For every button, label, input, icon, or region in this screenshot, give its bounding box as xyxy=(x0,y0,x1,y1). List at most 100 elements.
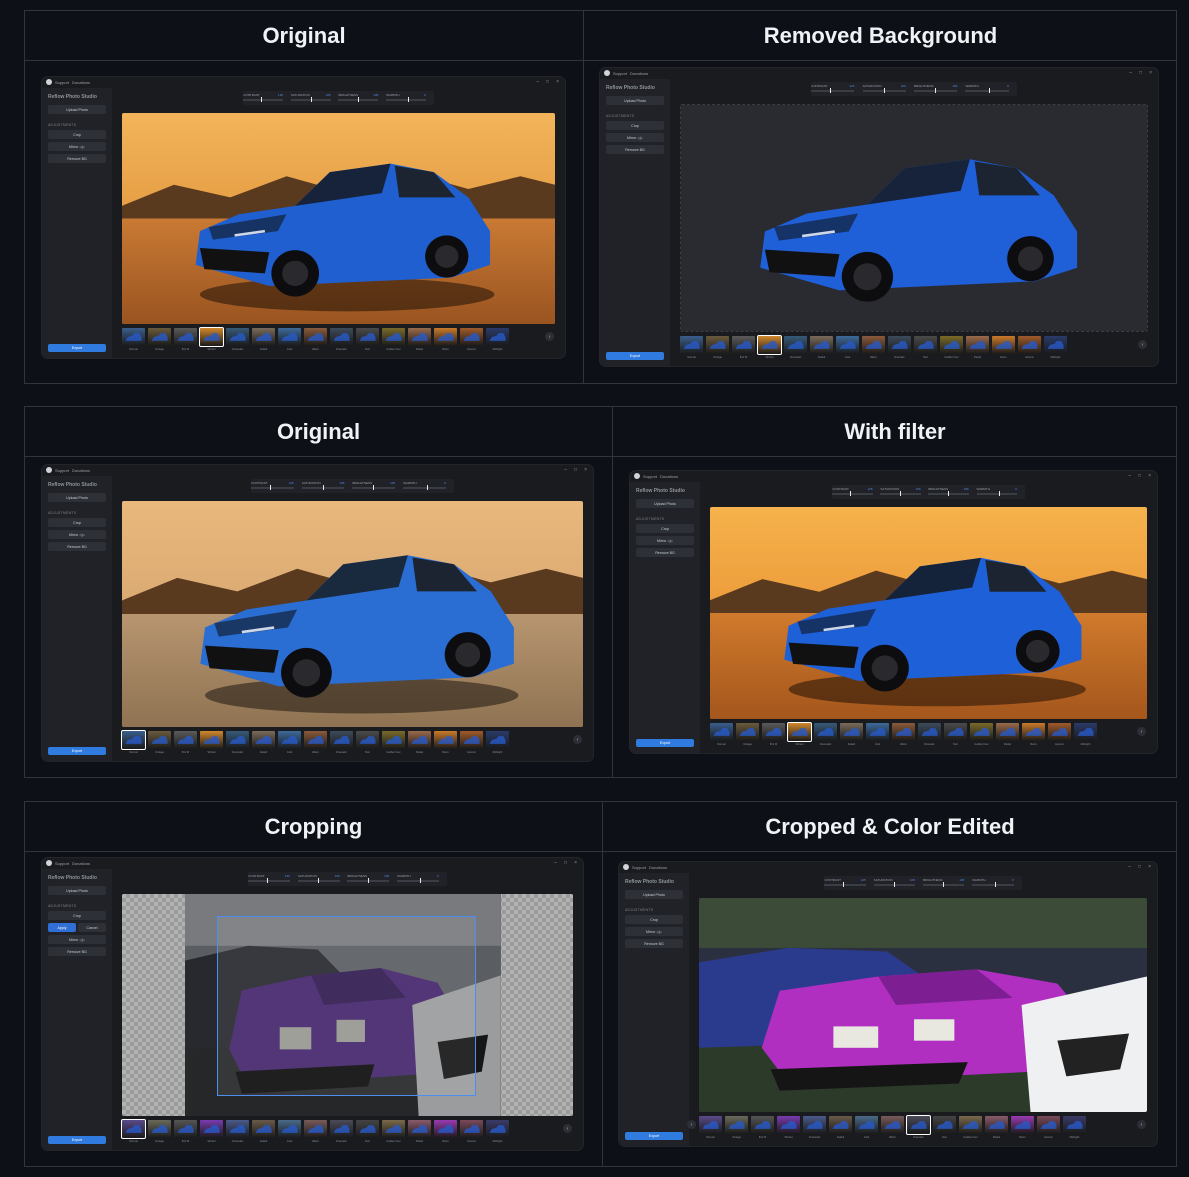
filter-thumbnail[interactable] xyxy=(278,1120,301,1138)
slider-contrast[interactable]: CONTRAST 125 xyxy=(832,487,876,497)
photo-canvas[interactable] xyxy=(710,507,1147,719)
cancel-crop-button[interactable]: Cancel xyxy=(78,923,106,932)
filter-thumbnail[interactable] xyxy=(174,731,197,749)
upload-photo-button[interactable]: Upload Photo xyxy=(625,890,683,899)
minimize-icon[interactable]: – xyxy=(536,79,539,85)
filter-thumbnail[interactable] xyxy=(1063,1116,1086,1134)
slider-knob[interactable] xyxy=(994,882,996,887)
slider-knob[interactable] xyxy=(948,491,950,496)
filter-thumbnail[interactable] xyxy=(892,723,915,741)
filter-thumbnail[interactable] xyxy=(460,731,483,749)
filter-thumbnail[interactable] xyxy=(862,336,885,354)
filter-thumbnail[interactable] xyxy=(382,328,405,346)
slider-warmth[interactable]: WARMTH 0 xyxy=(397,874,443,884)
filter-thumbnail[interactable] xyxy=(226,328,249,346)
filter-thumbnail[interactable] xyxy=(200,731,223,749)
mirror-button[interactable]: Mirror ◁▷ xyxy=(636,536,694,545)
filter-thumbnail[interactable] xyxy=(460,328,483,346)
menu-donations[interactable]: Donations xyxy=(630,71,648,76)
filter-thumbnail[interactable] xyxy=(434,1120,457,1138)
slider-saturation[interactable]: SATURATION 105 xyxy=(290,93,335,103)
filter-thumbnail[interactable] xyxy=(434,328,457,346)
filter-thumbnail[interactable] xyxy=(992,336,1015,354)
slider-knob[interactable] xyxy=(269,485,271,490)
export-button[interactable]: Export xyxy=(48,1136,106,1144)
export-button[interactable]: Export xyxy=(625,1132,683,1140)
filter-thumbnail[interactable] xyxy=(226,731,249,749)
filter-thumbnail[interactable] xyxy=(866,723,889,741)
remove-bg-button[interactable]: Remove BG xyxy=(625,939,683,948)
slider-knob[interactable] xyxy=(260,97,262,102)
filter-thumbnail[interactable] xyxy=(252,731,275,749)
slider-knob[interactable] xyxy=(998,491,1000,496)
filter-thumbnail[interactable] xyxy=(226,1120,249,1138)
slider-knob[interactable] xyxy=(266,878,268,883)
slider-brightness[interactable]: BRIGHTNESS 105 xyxy=(913,84,961,94)
menu-support[interactable]: Support xyxy=(55,861,69,866)
next-filters-icon[interactable]: › xyxy=(545,332,554,341)
filter-thumbnail[interactable] xyxy=(1074,723,1097,741)
filter-thumbnail[interactable] xyxy=(803,1116,826,1134)
slider-track[interactable] xyxy=(403,487,446,489)
filter-thumbnail[interactable] xyxy=(762,723,785,741)
slider-warmth[interactable]: WARMTH 0 xyxy=(965,84,1012,94)
filter-thumbnail[interactable] xyxy=(408,328,431,346)
menu-donations[interactable]: Donations xyxy=(660,474,678,479)
next-filters-icon[interactable]: › xyxy=(1137,1120,1146,1129)
filter-thumbnail[interactable] xyxy=(784,336,807,354)
filter-thumbnail[interactable] xyxy=(933,1116,956,1134)
filter-thumbnail[interactable] xyxy=(434,731,457,749)
filter-thumbnail[interactable] xyxy=(408,1120,431,1138)
filter-thumbnail[interactable] xyxy=(121,1119,146,1139)
filter-thumbnail[interactable] xyxy=(840,723,863,741)
slider-saturation[interactable]: SATURATION 105 xyxy=(880,487,924,497)
filter-thumbnail[interactable] xyxy=(940,336,963,354)
filter-thumbnail[interactable] xyxy=(460,1120,483,1138)
filter-thumbnail[interactable] xyxy=(918,723,941,741)
close-icon[interactable]: × xyxy=(1148,473,1151,479)
filter-thumbnail[interactable] xyxy=(356,1120,379,1138)
slider-saturation[interactable]: SATURATION 105 xyxy=(862,84,910,94)
filter-thumbnail[interactable] xyxy=(278,328,301,346)
slider-knob[interactable] xyxy=(900,491,902,496)
slider-knob[interactable] xyxy=(894,882,896,887)
filter-thumbnail[interactable] xyxy=(1037,1116,1060,1134)
filter-thumbnail[interactable] xyxy=(356,328,379,346)
maximize-icon[interactable]: □ xyxy=(1139,70,1142,76)
close-icon[interactable]: × xyxy=(1149,70,1152,76)
filter-thumbnail[interactable] xyxy=(486,328,509,346)
slider-knob[interactable] xyxy=(318,878,320,883)
slider-knob[interactable] xyxy=(989,88,991,93)
filter-thumbnail[interactable] xyxy=(710,723,733,741)
next-filters-icon[interactable]: › xyxy=(1138,340,1147,349)
mirror-button[interactable]: Mirror ◁▷ xyxy=(48,142,106,151)
filter-thumbnail[interactable] xyxy=(777,1116,800,1134)
maximize-icon[interactable]: □ xyxy=(1138,864,1141,870)
slider-knob[interactable] xyxy=(322,485,324,490)
filter-thumbnail[interactable] xyxy=(985,1116,1008,1134)
close-icon[interactable]: × xyxy=(574,860,577,866)
filter-thumbnail[interactable] xyxy=(174,1120,197,1138)
slider-knob[interactable] xyxy=(310,97,312,102)
crop-button[interactable]: Crop xyxy=(606,121,664,130)
menu-support[interactable]: Support xyxy=(55,80,69,85)
filter-thumbnail[interactable] xyxy=(199,327,224,347)
slider-saturation[interactable]: SATURATION 105 xyxy=(297,874,344,884)
filter-thumbnail[interactable] xyxy=(1022,723,1045,741)
prev-filters-icon[interactable]: ‹ xyxy=(687,1120,696,1129)
slider-saturation[interactable]: SATURATION 105 xyxy=(873,878,919,888)
next-filters-icon[interactable]: › xyxy=(1137,727,1146,736)
close-icon[interactable]: × xyxy=(1148,864,1151,870)
photo-canvas[interactable] xyxy=(122,501,583,727)
slider-knob[interactable] xyxy=(358,97,360,102)
filter-thumbnail[interactable] xyxy=(304,1120,327,1138)
mirror-button[interactable]: Mirror ◁▷ xyxy=(606,133,664,142)
slider-track[interactable] xyxy=(248,880,290,882)
slider-track[interactable] xyxy=(243,99,284,101)
filter-thumbnail[interactable] xyxy=(1018,336,1041,354)
filter-thumbnail[interactable] xyxy=(330,1120,353,1138)
slider-knob[interactable] xyxy=(419,878,421,883)
filter-thumbnail[interactable] xyxy=(966,336,989,354)
slider-brightness[interactable]: BRIGHTNESS 105 xyxy=(338,93,382,103)
filter-thumbnail[interactable] xyxy=(304,328,327,346)
